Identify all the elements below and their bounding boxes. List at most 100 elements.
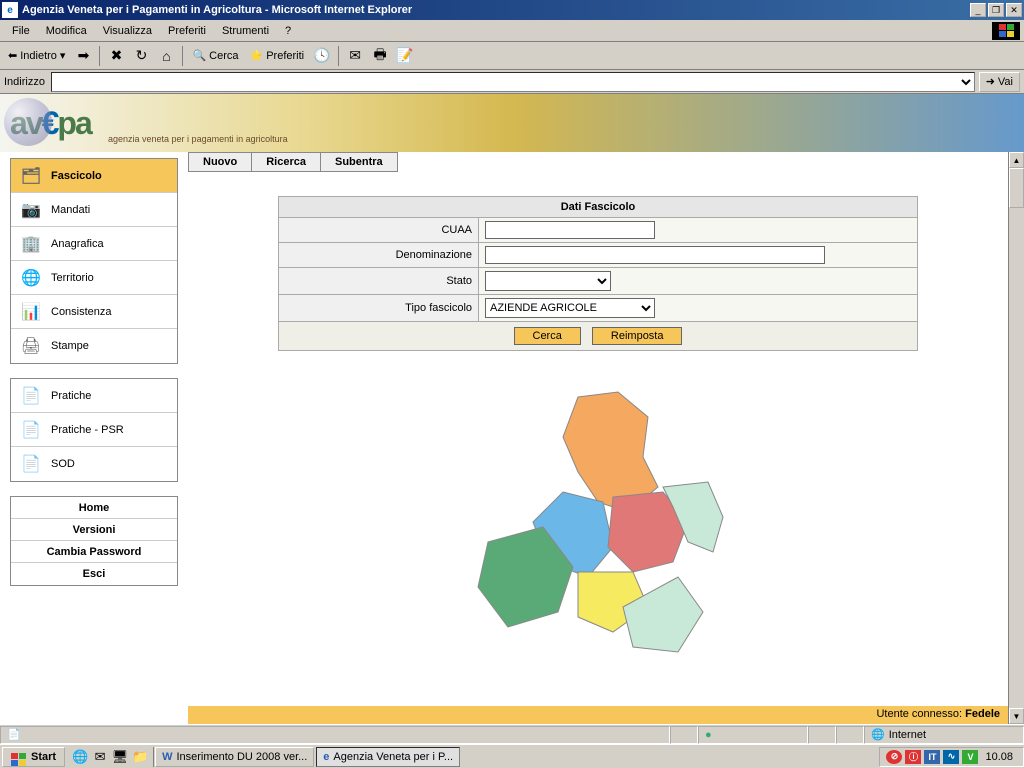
windows-flag-icon <box>992 22 1020 40</box>
tipo-fascicolo-select[interactable]: AZIENDE AGRICOLE <box>485 298 655 318</box>
utente-label: Utente connesso: <box>876 708 962 720</box>
tray-icon[interactable]: ∿ <box>943 750 959 764</box>
sidebar-item-label: Stampe <box>51 340 89 352</box>
document-icon: 📄 <box>19 454 43 474</box>
tab-ricerca[interactable]: Ricerca <box>251 152 320 172</box>
app-banner: av€pa agenzia veneta per i pagamenti in … <box>0 94 1024 152</box>
edit-button[interactable]: 📝 <box>394 45 416 67</box>
globe-icon: 🌐 <box>19 268 43 288</box>
chart-icon: 📊 <box>19 302 43 322</box>
menu-strumenti[interactable]: Strumenti <box>214 23 277 39</box>
sidebar: 🗂 Fascicolo 📷 Mandati 🏢 Anagrafica 🌐 Ter… <box>0 152 188 724</box>
mail-button[interactable]: ✉ <box>344 45 366 67</box>
restore-button[interactable]: ❐ <box>988 3 1004 17</box>
forward-button[interactable]: ➡ <box>72 45 94 67</box>
nav-group-3: Home Versioni Cambia Password Esci <box>10 496 178 586</box>
sidebar-item-mandati[interactable]: 📷 Mandati <box>11 193 177 227</box>
menu-modifica[interactable]: Modifica <box>38 23 95 39</box>
print-button[interactable]: 🖶 <box>369 45 391 67</box>
sidebar-item-anagrafica[interactable]: 🏢 Anagrafica <box>11 227 177 261</box>
close-button[interactable]: ✕ <box>1006 3 1022 17</box>
nav-group-1: 🗂 Fascicolo 📷 Mandati 🏢 Anagrafica 🌐 Ter… <box>10 158 178 364</box>
sidebar-item-pratiche-psr[interactable]: 📄 Pratiche - PSR <box>11 413 177 447</box>
tray-icon[interactable]: ⓘ <box>905 750 921 764</box>
back-button[interactable]: ⬅ Indietro ▾ <box>4 49 69 62</box>
start-button[interactable]: Start <box>2 747 65 767</box>
sidebar-item-versioni[interactable]: Versioni <box>11 519 177 541</box>
status-pane <box>808 726 836 744</box>
cerca-button[interactable]: Cerca <box>514 327 581 345</box>
cuaa-label: CUAA <box>279 218 479 243</box>
scroll-up-button[interactable]: ▲ <box>1009 152 1024 168</box>
sidebar-item-label: Mandati <box>51 204 90 216</box>
tab-bar: Nuovo Ricerca Subentra <box>188 152 1008 172</box>
sidebar-item-stampe[interactable]: 🖨 Stampe <box>11 329 177 363</box>
home-button[interactable]: ⌂ <box>155 45 177 67</box>
internet-icon: 🌐 <box>871 728 885 741</box>
minimize-button[interactable]: _ <box>970 3 986 17</box>
window-titlebar: e Agenzia Veneta per i Pagamenti in Agri… <box>0 0 1024 20</box>
taskbar-clock[interactable]: 10.08 <box>981 751 1017 763</box>
menu-preferiti[interactable]: Preferiti <box>160 23 214 39</box>
sidebar-item-label: Consistenza <box>51 306 112 318</box>
camera-icon: 📷 <box>19 200 43 220</box>
tab-subentra[interactable]: Subentra <box>320 152 398 172</box>
address-input[interactable] <box>51 72 975 92</box>
sidebar-item-consistenza[interactable]: 📊 Consistenza <box>11 295 177 329</box>
ie-icon: e <box>323 751 329 763</box>
search-button[interactable]: 🔍 Cerca <box>188 49 242 62</box>
stato-label: Stato <box>279 268 479 295</box>
tray-icon[interactable]: V <box>962 750 978 764</box>
outlook-quick-icon[interactable]: ✉ <box>91 748 109 766</box>
tray-icon[interactable]: ⊘ <box>886 750 902 764</box>
toolbar: ⬅ Indietro ▾ ➡ ✖ ↻ ⌂ 🔍 Cerca ⭐ Preferiti… <box>0 42 1024 70</box>
sidebar-item-territorio[interactable]: 🌐 Territorio <box>11 261 177 295</box>
status-pane-main: 📄 <box>0 726 670 744</box>
status-pane <box>836 726 864 744</box>
denominazione-input[interactable] <box>485 246 825 264</box>
ie-quick-icon[interactable]: 🌐 <box>71 748 89 766</box>
document-icon: 📄 <box>19 420 43 440</box>
sidebar-item-fascicolo[interactable]: 🗂 Fascicolo <box>11 159 177 193</box>
menu-visualizza[interactable]: Visualizza <box>95 23 160 39</box>
stop-button[interactable]: ✖ <box>105 45 127 67</box>
sidebar-item-label: Pratiche <box>51 390 91 402</box>
go-button[interactable]: ➜ Vai <box>979 72 1020 92</box>
window-title: Agenzia Veneta per i Pagamenti in Agrico… <box>22 4 970 16</box>
scroll-down-button[interactable]: ▼ <box>1009 708 1024 724</box>
tray-lang-icon[interactable]: IT <box>924 750 940 764</box>
stato-select[interactable] <box>485 271 611 291</box>
sidebar-item-cambia-password[interactable]: Cambia Password <box>11 541 177 563</box>
taskbar: Start 🌐 ✉ 🖥 📁 W Inserimento DU 2008 ver.… <box>0 744 1024 768</box>
desktop-quick-icon[interactable]: 🖥 <box>111 748 129 766</box>
menu-help[interactable]: ? <box>277 23 299 39</box>
sidebar-item-label: SOD <box>51 458 75 470</box>
status-pane: ● <box>698 726 808 744</box>
history-button[interactable]: 🕓 <box>311 45 333 67</box>
app-status-bar: Utente connesso: Fedele <box>188 706 1008 724</box>
folder-icon: 🗂 <box>19 166 43 186</box>
cuaa-input[interactable] <box>485 221 655 239</box>
address-bar: Indirizzo ➜ Vai <box>0 70 1024 94</box>
document-icon: 📄 <box>19 386 43 406</box>
sidebar-item-pratiche[interactable]: 📄 Pratiche <box>11 379 177 413</box>
tab-nuovo[interactable]: Nuovo <box>188 152 251 172</box>
taskbar-item-ie[interactable]: e Agenzia Veneta per i P... <box>316 747 460 767</box>
banner-tagline: agenzia veneta per i pagamenti in agrico… <box>108 134 288 144</box>
form-title: Dati Fascicolo <box>279 197 918 218</box>
app-quick-icon[interactable]: 📁 <box>131 748 149 766</box>
windows-logo-icon <box>11 750 27 764</box>
menu-file[interactable]: File <box>4 23 38 39</box>
sidebar-item-sod[interactable]: 📄 SOD <box>11 447 177 481</box>
printer-icon: 🖨 <box>19 336 43 356</box>
scroll-thumb[interactable] <box>1009 168 1024 208</box>
taskbar-item-word[interactable]: W Inserimento DU 2008 ver... <box>155 747 314 767</box>
sidebar-item-esci[interactable]: Esci <box>11 563 177 585</box>
favorites-button[interactable]: ⭐ Preferiti <box>246 49 309 62</box>
quick-launch: 🌐 ✉ 🖥 📁 <box>67 747 154 767</box>
reimposta-button[interactable]: Reimposta <box>592 327 683 345</box>
sidebar-item-home[interactable]: Home <box>11 497 177 519</box>
tipo-label: Tipo fascicolo <box>279 295 479 322</box>
vertical-scrollbar[interactable]: ▲ ▼ <box>1008 152 1024 724</box>
refresh-button[interactable]: ↻ <box>130 45 152 67</box>
